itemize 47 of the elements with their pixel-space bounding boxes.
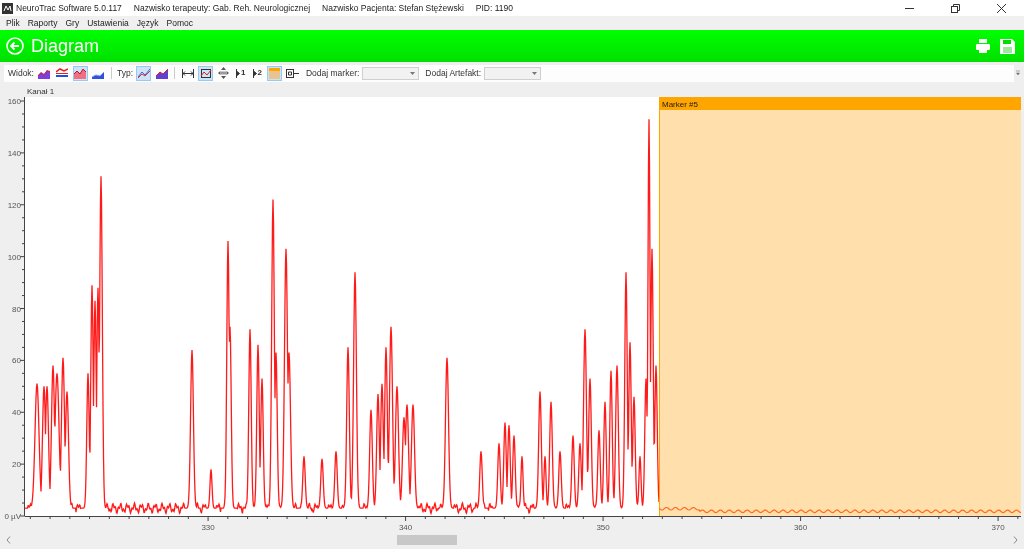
scrollbar-thumb[interactable]	[397, 534, 457, 545]
therapist-name: Nazwisko terapeuty: Gab. Reh. Neurologicznej	[133, 1, 311, 15]
scroll-right-icon[interactable]	[1013, 535, 1018, 544]
y-axis-label: 100	[7, 252, 21, 262]
menu-item[interactable]: Pomoc	[163, 16, 196, 30]
dropdown-arrow-icon	[532, 71, 538, 75]
menu-item[interactable]: Język	[133, 16, 162, 30]
zoom-fit-button[interactable]	[198, 65, 214, 81]
menu-item[interactable]: Plik	[3, 16, 23, 30]
chart-title: Kanał 1	[27, 87, 55, 96]
overflow-icon[interactable]	[1016, 70, 1020, 76]
y-axis-label: 0 µV	[4, 512, 21, 521]
marker-label: Marker #5	[662, 100, 698, 109]
marker-dropdown[interactable]	[362, 66, 420, 80]
menu-item[interactable]: Ustawienia	[84, 16, 132, 30]
view-button[interactable]	[73, 65, 88, 81]
chart-type-button[interactable]	[136, 65, 152, 81]
x-axis-label: 350	[596, 523, 610, 532]
marker-button[interactable]: 2	[250, 65, 264, 81]
scroll-left-icon[interactable]	[6, 535, 11, 544]
menu-item[interactable]: Raporty	[24, 16, 61, 30]
patient-id: PID: 1190	[475, 1, 513, 15]
marker-button[interactable]: 1	[234, 65, 248, 81]
x-axis-label: 330	[201, 523, 215, 532]
artifact-label: Dodaj Artefakt:	[425, 66, 482, 80]
type-label: Typ:	[117, 66, 134, 80]
view-label: Widok:	[8, 66, 34, 80]
y-axis-label: 20	[12, 460, 21, 470]
dropdown-arrow-icon	[410, 71, 416, 75]
y-axis-label: 160	[7, 97, 21, 106]
page-title: Diagram	[31, 34, 100, 58]
y-axis-label: 80	[12, 304, 21, 314]
marker-area-button[interactable]	[266, 65, 282, 81]
x-axis-label: 340	[398, 523, 413, 532]
flag-icon	[236, 68, 241, 78]
x-axis-label: 360	[793, 523, 808, 532]
window-title: NeuroTrac Software 5.0.117	[16, 1, 122, 15]
menu-item[interactable]: Gry	[62, 16, 83, 30]
restore-icon	[950, 3, 960, 13]
y-axis-label: 140	[7, 148, 21, 158]
marker-label: Dodaj marker:	[305, 66, 360, 80]
y-axis-label: 120	[7, 200, 21, 210]
x-axis-label: 370	[991, 523, 1005, 532]
patient-name: Nazwisko Pacjenta: Stefan Stężewski	[322, 1, 464, 15]
y-axis-label: 40	[12, 408, 21, 418]
close-icon	[996, 3, 1006, 13]
flag-icon	[252, 68, 257, 78]
